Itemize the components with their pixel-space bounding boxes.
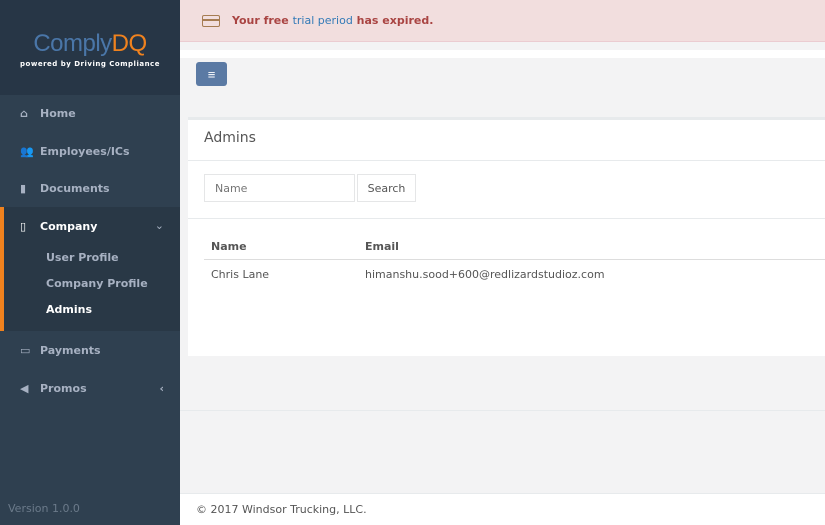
- search-button[interactable]: Search: [357, 174, 416, 202]
- company-toggle[interactable]: ▯ Company: [4, 207, 180, 245]
- sidebar-item-user-profile[interactable]: User Profile: [46, 251, 119, 264]
- cell-email: himanshu.sood+600@redlizardstudioz.com: [365, 268, 605, 281]
- nav-label: Documents: [40, 181, 110, 195]
- menu-toggle-button[interactable]: ≡: [196, 62, 227, 86]
- sidebar-item-admins[interactable]: Admins: [46, 303, 92, 316]
- version-label: Version 1.0.0: [8, 502, 80, 515]
- trial-expired-alert: Your free trial period has expired.: [180, 0, 825, 42]
- divider: [188, 160, 825, 161]
- trial-period-link[interactable]: trial period: [293, 14, 353, 27]
- sidebar-item-employees[interactable]: 👥 Employees/ICs: [0, 133, 180, 169]
- divider: [180, 410, 825, 411]
- building-icon: ▯: [20, 219, 27, 233]
- page-title: Admins: [204, 130, 256, 146]
- hamburger-icon: ≡: [207, 66, 216, 82]
- credit-card-icon: [202, 14, 220, 27]
- nav-label: Home: [40, 106, 76, 120]
- logo[interactable]: ComplyDQ powered by Driving Compliance: [0, 0, 180, 95]
- sidebar-item-payments[interactable]: ▭ Payments: [0, 332, 180, 368]
- divider: [188, 218, 825, 219]
- nav-label: Promos: [40, 381, 87, 395]
- chevron-left-icon: ‹: [159, 381, 164, 395]
- cell-name: Chris Lane: [211, 268, 270, 281]
- name-search-input[interactable]: [204, 174, 355, 202]
- column-header-email: Email: [365, 240, 399, 253]
- column-header-name: Name: [211, 240, 247, 253]
- brand-tagline: powered by Driving Compliance: [20, 60, 160, 68]
- chevron-down-icon: ⌄: [154, 219, 164, 232]
- sidebar-item-documents[interactable]: ▮ Documents: [0, 170, 180, 206]
- credit-card-icon: ▭: [20, 343, 31, 357]
- sidebar-item-company-profile[interactable]: Company Profile: [46, 277, 148, 290]
- alert-text: Your free: [232, 14, 289, 27]
- nav-label: Payments: [40, 343, 101, 357]
- brand-name: ComplyDQ: [33, 30, 147, 57]
- top-navbar: [180, 50, 825, 108]
- sidebar-item-company: ▯ Company ⌄ User Profile Company Profile …: [0, 207, 180, 331]
- main-content: Your free trial period has expired. ≡ Ad…: [180, 0, 825, 525]
- bullhorn-icon: ◀: [20, 381, 29, 395]
- sidebar: ComplyDQ powered by Driving Compliance ⌂…: [0, 0, 180, 525]
- users-icon: 👥: [20, 144, 34, 158]
- alert-text-end: has expired.: [356, 14, 434, 27]
- document-icon: ▮: [20, 181, 27, 195]
- footer: © 2017 Windsor Trucking, LLC.: [180, 493, 825, 525]
- nav-label: Company: [40, 219, 98, 233]
- nav-label: Employees/ICs: [40, 144, 130, 158]
- home-icon: ⌂: [20, 106, 28, 120]
- sidebar-item-promos[interactable]: ◀ Promos ‹: [0, 370, 180, 406]
- table-header-divider: [204, 259, 825, 260]
- admins-panel: Admins Search Name Email Chris Lane hima…: [188, 117, 825, 356]
- sidebar-item-home[interactable]: ⌂ Home: [0, 95, 180, 131]
